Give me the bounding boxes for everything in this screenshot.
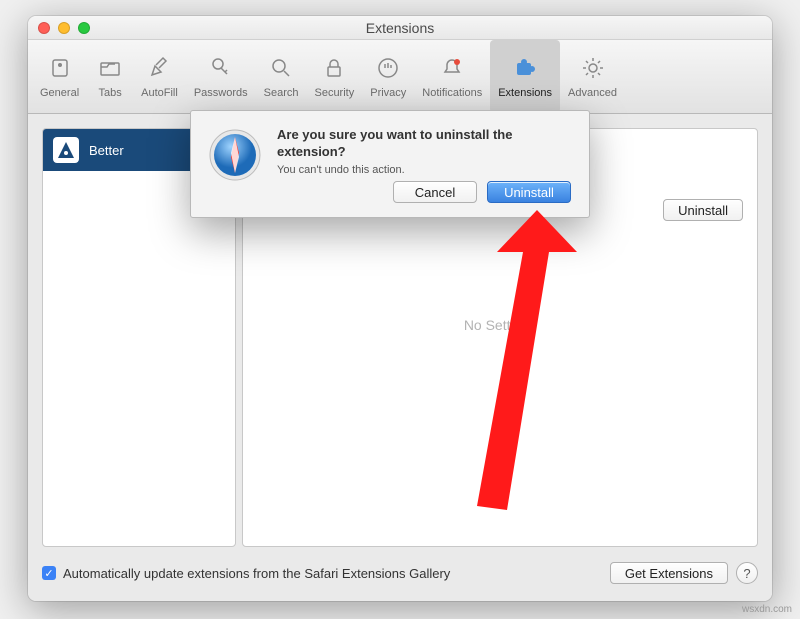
no-settings-label: No Settings <box>243 317 757 333</box>
preferences-window: Extensions General Tabs AutoFill Passwor… <box>28 16 772 601</box>
tab-label: Advanced <box>568 87 617 99</box>
tab-label: Privacy <box>370 87 406 99</box>
window-title: Extensions <box>28 16 772 40</box>
lock-icon <box>319 53 349 83</box>
preferences-toolbar: General Tabs AutoFill Passwords Search <box>28 40 772 114</box>
tab-label: Tabs <box>99 87 122 99</box>
tab-notifications[interactable]: Notifications <box>414 40 490 113</box>
gear-icon <box>578 53 608 83</box>
puzzle-icon <box>510 53 540 83</box>
hand-icon <box>373 53 403 83</box>
watermark: wsxdn.com <box>742 604 792 615</box>
tab-tabs[interactable]: Tabs <box>87 40 133 113</box>
uninstall-area: Uninstall <box>663 199 743 221</box>
auto-update-label: Automatically update extensions from the… <box>63 566 450 581</box>
confirm-uninstall-dialog: Are you sure you want to uninstall the e… <box>190 110 590 218</box>
minimize-icon[interactable] <box>58 22 70 34</box>
extension-name: Better <box>89 143 124 158</box>
tab-passwords[interactable]: Passwords <box>186 40 256 113</box>
tab-label: Notifications <box>422 87 482 99</box>
help-button[interactable]: ? <box>736 562 758 584</box>
titlebar: Extensions <box>28 16 772 40</box>
key-icon <box>206 53 236 83</box>
traffic-lights <box>38 22 90 34</box>
tab-security[interactable]: Security <box>306 40 362 113</box>
dialog-title: Are you sure you want to uninstall the e… <box>277 127 571 161</box>
dialog-body: Are you sure you want to uninstall the e… <box>277 127 571 203</box>
footer-bar: ✓ Automatically update extensions from t… <box>42 559 758 587</box>
extension-icon <box>53 137 79 163</box>
tab-label: Security <box>314 87 354 99</box>
search-icon <box>266 53 296 83</box>
close-icon[interactable] <box>38 22 50 34</box>
confirm-uninstall-button[interactable]: Uninstall <box>487 181 571 203</box>
pen-icon <box>144 53 174 83</box>
tab-general[interactable]: General <box>32 40 87 113</box>
dialog-message: You can't undo this action. <box>277 164 571 176</box>
tab-label: Passwords <box>194 87 248 99</box>
tab-autofill[interactable]: AutoFill <box>133 40 186 113</box>
auto-update-checkbox[interactable]: ✓ <box>42 566 56 580</box>
zoom-icon[interactable] <box>78 22 90 34</box>
get-extensions-button[interactable]: Get Extensions <box>610 562 728 584</box>
tab-label: AutoFill <box>141 87 178 99</box>
safari-icon <box>207 127 263 183</box>
tab-label: Extensions <box>498 87 552 99</box>
tab-label: General <box>40 87 79 99</box>
tab-extensions[interactable]: Extensions <box>490 40 560 113</box>
switch-icon <box>45 53 75 83</box>
dialog-buttons: Cancel Uninstall <box>277 181 571 203</box>
tab-privacy[interactable]: Privacy <box>362 40 414 113</box>
bell-icon <box>437 53 467 83</box>
cancel-button[interactable]: Cancel <box>393 181 477 203</box>
uninstall-button[interactable]: Uninstall <box>663 199 743 221</box>
tab-search[interactable]: Search <box>256 40 307 113</box>
tab-label: Search <box>264 87 299 99</box>
tabs-icon <box>95 53 125 83</box>
tab-advanced[interactable]: Advanced <box>560 40 625 113</box>
